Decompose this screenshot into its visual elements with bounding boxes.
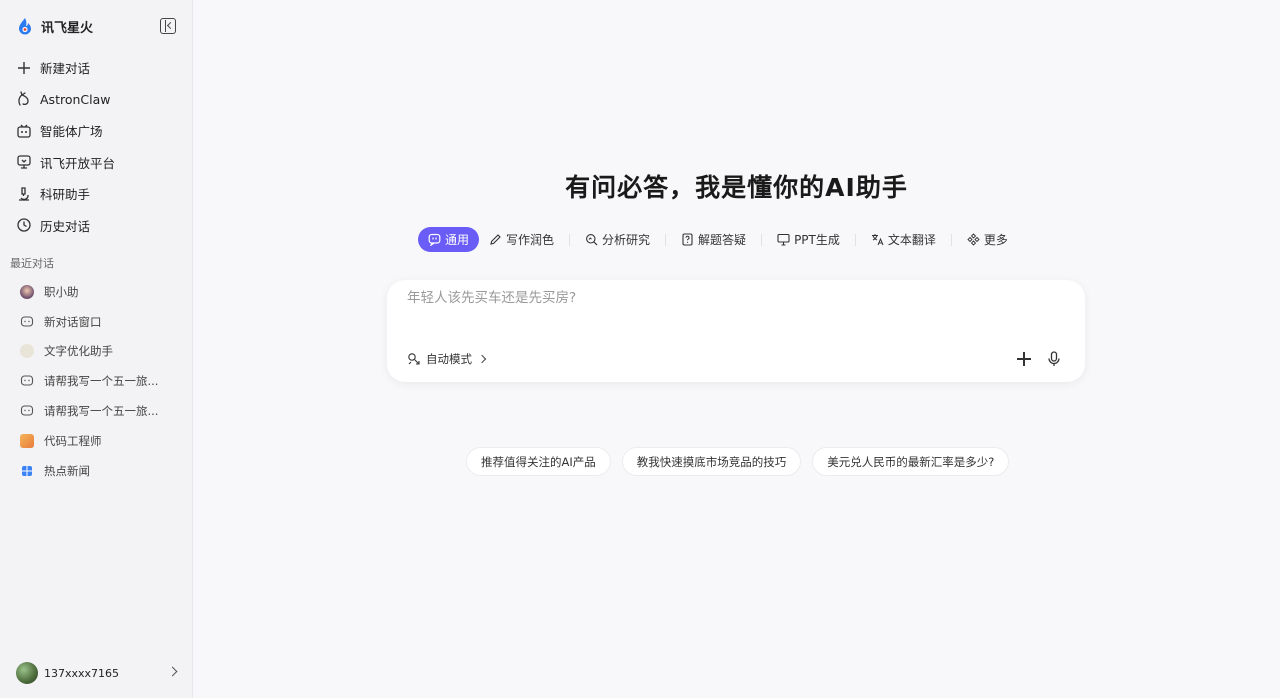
suggestion-chips: 推荐值得关注的AI产品 教我快速摸底市场竞品的技巧 美元兑人民币的最新汇率是多少…: [466, 447, 1020, 476]
list-item[interactable]: 文字优化助手: [0, 337, 192, 367]
chat-icon: [428, 233, 441, 246]
divider: [854, 233, 856, 246]
avatar-icon: [20, 284, 34, 299]
list-item[interactable]: 热点新闻: [0, 456, 192, 486]
tab-label: 写作润色: [506, 233, 555, 247]
nav-label: 智能体广场: [40, 124, 103, 140]
sidebar-item-history[interactable]: 历史对话: [8, 210, 184, 242]
list-item[interactable]: 新对话窗口: [0, 307, 192, 337]
recent-item-label: 请帮我写一个五一旅...: [44, 404, 159, 419]
list-item[interactable]: 请帮我写一个五一旅...: [0, 396, 192, 426]
nav-label: AstronClaw: [40, 91, 111, 107]
avatar-icon: [20, 344, 34, 359]
list-item[interactable]: 请帮我写一个五一旅...: [0, 366, 192, 396]
app: 讯飞星火 新建对话 AstronClaw 智能体广场 讯飞开放平台 科研助手 历…: [0, 0, 1280, 698]
mode-tabs: 通用 写作润色 分析研究 解题答疑 PPT生成 文本翻译 更多: [418, 227, 1018, 252]
presentation-icon: [777, 233, 790, 246]
collapse-sidebar-icon[interactable]: [160, 18, 176, 34]
chevron-right-icon: [477, 354, 487, 364]
recent-item-label: 热点新闻: [44, 463, 90, 478]
recent-list: 职小助 新对话窗口 文字优化助手 请帮我写一个五一旅... 请帮我写一个五一旅.…: [0, 277, 192, 486]
recent-item-label: 文字优化助手: [44, 344, 113, 359]
recent-item-label: 请帮我写一个五一旅...: [44, 374, 159, 389]
microscope-icon: [16, 186, 32, 202]
translate-icon: [871, 234, 884, 246]
more-icon: [967, 233, 980, 246]
plus-icon: [16, 60, 32, 76]
tab-label: 通用: [445, 233, 470, 247]
chevron-right-icon: [167, 666, 178, 677]
page-title: 有问必答，我是懂你的AI助手: [565, 173, 908, 202]
divider: [950, 233, 952, 246]
avatar-icon: [20, 433, 34, 448]
nav-label: 历史对话: [40, 218, 91, 234]
history-icon: [16, 217, 32, 233]
tab-label: 分析研究: [602, 233, 651, 247]
user-profile[interactable]: 137xxxx7165: [0, 660, 192, 686]
sidebar-nav: 新建对话 AstronClaw 智能体广场 讯飞开放平台 科研助手 历史对话: [0, 52, 192, 241]
tab-translate[interactable]: 文本翻译: [861, 227, 946, 252]
list-item[interactable]: 职小助: [0, 277, 192, 307]
tab-label: 文本翻译: [887, 233, 936, 247]
chat-composer: 自动模式: [387, 280, 1085, 382]
user-name: 137xxxx7165: [44, 666, 120, 680]
main-content: 有问必答，我是懂你的AI助手 通用 写作润色 分析研究 解题答疑 PPT生成 文…: [193, 0, 1280, 698]
robot-icon: [16, 123, 32, 139]
chat-bubble-icon: [20, 404, 34, 418]
grid-icon: [20, 464, 34, 478]
tab-solve[interactable]: 解题答疑: [671, 227, 756, 252]
auto-mode-icon: [408, 353, 420, 365]
search-analysis-icon: [586, 234, 598, 246]
nav-label: 新建对话: [40, 61, 91, 77]
pen-icon: [490, 234, 501, 245]
avatar: [16, 662, 38, 684]
nav-label: 讯飞开放平台: [40, 155, 116, 171]
tab-label: PPT生成: [794, 233, 840, 247]
brand: 讯飞星火: [0, 0, 192, 52]
recent-item-label: 代码工程师: [44, 433, 102, 448]
suggestion-chip[interactable]: 推荐值得关注的AI产品: [466, 447, 611, 476]
sidebar-item-research[interactable]: 科研助手: [8, 178, 184, 210]
divider: [665, 233, 667, 246]
recent-item-label: 职小助: [44, 284, 79, 299]
tab-analysis[interactable]: 分析研究: [575, 227, 660, 252]
sidebar-item-astronclaw[interactable]: AstronClaw: [8, 84, 184, 116]
auto-mode-label: 自动模式: [426, 352, 472, 366]
divider: [761, 233, 763, 246]
new-chat-button[interactable]: 新建对话: [8, 52, 184, 84]
question-icon: [682, 233, 693, 246]
sidebar: 讯飞星火 新建对话 AstronClaw 智能体广场 讯飞开放平台 科研助手 历…: [0, 0, 193, 698]
suggestion-chip[interactable]: 教我快速摸底市场竞品的技巧: [621, 447, 802, 476]
chat-bubble-icon: [20, 315, 34, 329]
auto-mode-button[interactable]: 自动模式: [407, 351, 487, 367]
tab-writing[interactable]: 写作润色: [479, 227, 564, 252]
brand-name: 讯飞星火: [41, 20, 94, 36]
recent-item-label: 新对话窗口: [44, 314, 102, 329]
sidebar-item-open-platform[interactable]: 讯飞开放平台: [8, 147, 184, 179]
spark-logo-icon: [16, 17, 34, 35]
sidebar-item-agents[interactable]: 智能体广场: [8, 115, 184, 147]
tab-label: 解题答疑: [698, 233, 747, 247]
recent-section-label: 最近对话: [10, 257, 54, 270]
list-item[interactable]: 代码工程师: [0, 426, 192, 456]
tab-more[interactable]: 更多: [957, 227, 1018, 252]
claw-icon: [16, 91, 32, 107]
platform-icon: [16, 154, 32, 170]
attach-plus-icon[interactable]: [1017, 352, 1031, 366]
tab-general[interactable]: 通用: [418, 227, 480, 252]
divider: [569, 233, 571, 246]
nav-label: 科研助手: [40, 187, 91, 203]
tab-ppt[interactable]: PPT生成: [767, 227, 850, 252]
chat-input[interactable]: [407, 290, 1047, 306]
tab-label: 更多: [983, 233, 1008, 247]
microphone-icon[interactable]: [1047, 351, 1061, 367]
suggestion-chip[interactable]: 美元兑人民币的最新汇率是多少?: [812, 447, 1010, 476]
chat-bubble-icon: [20, 374, 34, 388]
